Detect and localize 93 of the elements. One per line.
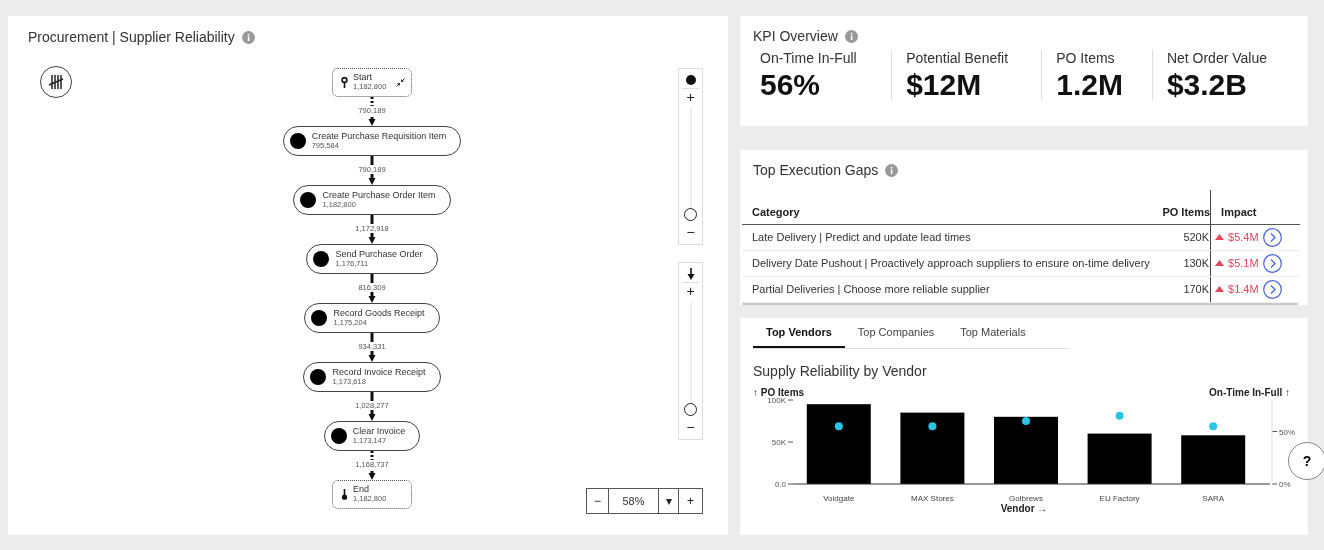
y-tick: 100K [767,396,794,405]
table-cell: 170K [1150,276,1211,302]
table-cell: 130K [1150,250,1211,276]
panel-title: Procurement | Supplier Reliability [28,29,235,45]
impact-value: $1.4M [1228,283,1259,295]
slider-thumb[interactable] [684,208,697,221]
category-label: SARA [1202,494,1225,503]
info-icon[interactable] [241,30,255,44]
y2-tick: 0% [1271,480,1291,489]
up-triangle-icon [1215,234,1225,240]
chevron-circle-button[interactable] [1262,227,1282,247]
table-cell: Late Delivery | Predict and update lead times [742,224,1151,250]
up-triangle-icon [1215,286,1225,292]
y2-tick-label: 0% [1279,480,1291,489]
table-cell: Partial Deliveries | Choose more reliable supplier [742,276,1151,302]
activity-dot-icon [289,133,306,149]
data-point [1115,411,1124,420]
y-tick-label: 0.0 [774,480,787,489]
card-title: Top Execution Gaps [753,162,879,178]
impact-value: $5.1M [1228,257,1259,269]
impact-value: $5.4M [1228,231,1259,243]
card-title: KPI Overview [753,28,838,44]
y2-axis-title: On-Time In-Full ↑ [1209,387,1290,398]
activity-dot-icon [311,310,328,326]
increase-button[interactable]: + [686,283,695,299]
chart-title: Supply Reliability by Vendor [753,363,927,379]
decrease-button[interactable]: − [686,419,695,435]
kpi-label: PO Items [1055,50,1116,66]
column-header: Impact [1210,190,1300,224]
kpi-value: 1.2M [1055,68,1124,102]
kpi-value: 56% [759,68,822,102]
y-axis-title: ↑ PO Items [753,387,805,398]
column-header: PO Items [1150,190,1211,224]
x-axis-title: Vendor → [1000,503,1048,514]
tab[interactable]: Top Companies [844,326,948,348]
thermometer-icon [341,489,348,500]
activity-dot-icon [313,251,330,267]
tab[interactable]: Top Materials [947,326,1039,348]
pin-icon [341,77,348,88]
y2-tick: 50% [1271,427,1295,437]
activity-dot-icon [300,192,317,208]
y-tick: 50K [771,438,794,447]
up-triangle-icon [1215,260,1225,266]
kpi-value: $12M [905,68,983,102]
activity-dot-icon [685,74,696,85]
activity-dot-icon [330,428,347,444]
activity-label: Clear Invoice [352,426,406,437]
collapse-icon[interactable] [396,78,405,87]
scrollbar[interactable] [742,302,1298,305]
bar [900,412,965,484]
start-label: Start [353,73,373,84]
increase-button[interactable]: + [686,89,695,105]
category-label: MAX Stores [911,494,954,503]
data-point [928,422,937,431]
slider-thumb[interactable] [684,403,697,416]
down-arrow-icon [686,267,695,280]
data-point [1022,417,1030,425]
data-point [834,422,843,431]
info-icon[interactable] [885,163,899,177]
category-label: Voidgate [823,494,855,503]
vertical-slider[interactable]: + − [678,68,703,245]
table-cell: 520K [1150,224,1211,250]
end-label: End [353,485,370,496]
tab[interactable]: Top Vendors [753,326,845,348]
bar [994,416,1058,484]
column-header: Category [742,190,1151,224]
kpi-label: Net Order Value [1165,50,1268,66]
vertical-slider[interactable]: + − [678,262,703,440]
activity-label: Create Purchase Requisition Item [311,131,447,142]
bar [1087,433,1152,484]
bar [1181,435,1246,484]
tally-icon [47,74,65,90]
chevron-circle-button[interactable] [1262,279,1282,299]
activity-label: Record Invoice Receipt [332,367,426,378]
info-icon[interactable] [844,29,858,43]
y2-tick-label: 50% [1279,427,1296,437]
tally-button[interactable] [40,66,72,98]
activity-label: Record Goods Receipt [333,308,425,319]
activity-label: Create Purchase Order Item [322,190,436,201]
kpi-value: $3.2B [1165,68,1248,102]
y-tick: 0.0 [774,480,794,489]
table-cell: Delivery Date Pushout | Proactively approach suppliers to ensure on-time delivery [742,250,1151,276]
activity-label: Send Purchase Order [335,249,423,260]
category-label: Golbrews [1009,494,1043,503]
kpi-label: Potential Benefit [905,50,1010,66]
chevron-circle-button[interactable] [1262,253,1282,273]
category-label: EU Factory [1099,494,1140,503]
kpi-label: On-Time In-Full [759,50,858,66]
activity-dot-icon [310,369,327,385]
y-tick-label: 100K [767,396,787,405]
y-tick-label: 50K [771,438,787,447]
decrease-button[interactable]: − [686,224,695,240]
data-point [1209,422,1218,431]
